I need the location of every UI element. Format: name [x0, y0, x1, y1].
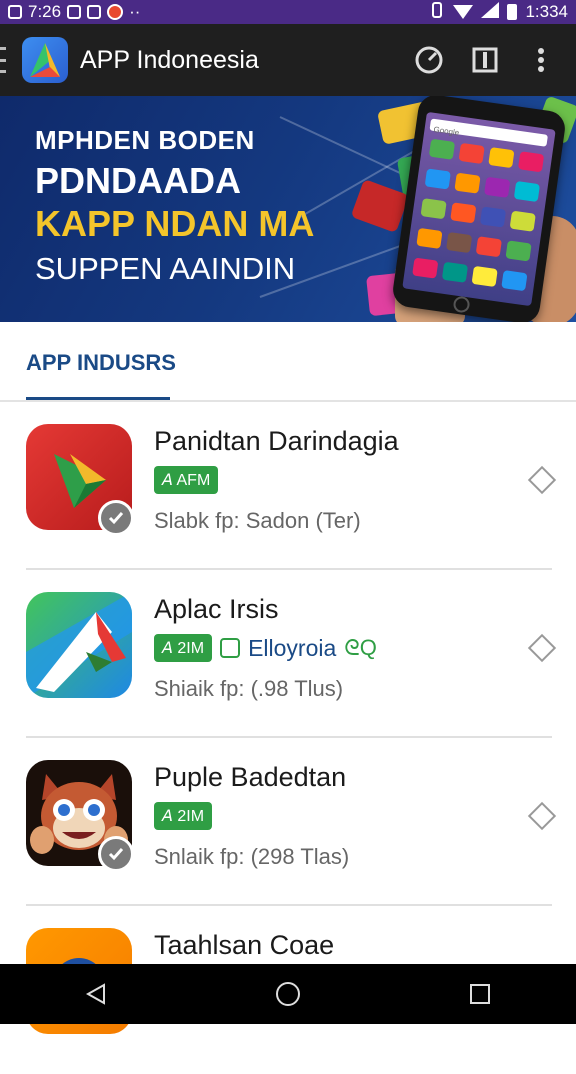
- app-icon: [26, 592, 132, 698]
- battery-icon: [507, 4, 518, 20]
- app-title: Aplac Irsis: [154, 594, 279, 624]
- phone-illustration: Google: [390, 96, 568, 322]
- app-subtitle: Slabk fp: Sadon (Ter): [154, 508, 361, 533]
- recents-icon[interactable]: [450, 964, 510, 1024]
- speed-icon[interactable]: [414, 45, 444, 75]
- chat-bubble-icon: [220, 638, 241, 658]
- signal-icon: [481, 1, 500, 23]
- list-item[interactable]: Puple Badedtan 𝘈 2IM Snlaik fp: (298 Tla…: [0, 738, 576, 906]
- rating-badge: 𝘈 2IM: [154, 802, 213, 830]
- app-title: APP Indoneesia: [80, 45, 259, 74]
- message-notification-icon: [87, 5, 102, 19]
- vibrate-icon: [429, 1, 445, 23]
- check-notification-icon: [67, 5, 82, 19]
- app-subtitle: Snlaik fp: (298 Tlas): [154, 844, 350, 869]
- banner-line-2: PDNDAADA: [35, 159, 241, 201]
- back-icon[interactable]: [66, 964, 126, 1024]
- extra-symbol: ᘓQ: [344, 635, 377, 660]
- developer-name: Elloyroia: [248, 634, 337, 661]
- diamond-chevron-icon[interactable]: [527, 633, 557, 663]
- bookmark-icon[interactable]: [470, 45, 500, 75]
- status-clock: 1:334: [525, 2, 568, 21]
- banner-line-1: MPHDEN BODEN: [35, 125, 255, 155]
- tab-app-indusrs[interactable]: APP INDUSRS: [26, 350, 176, 376]
- category-tabs: APP INDUSRS: [0, 322, 576, 402]
- notification-icon: [8, 5, 22, 19]
- rating-badge: 𝘈 2IM: [154, 634, 213, 662]
- list-item[interactable]: Aplac Irsis 𝘈 2IM Elloyroia ᘓQ Shiaik fp…: [0, 570, 576, 738]
- overflow-menu-icon[interactable]: [526, 45, 556, 75]
- app-notification-icon: [107, 4, 124, 20]
- banner-line-4: SUPPEN AAINDIN: [35, 250, 296, 286]
- promo-banner[interactable]: Google MPHDEN BODEN PDNDAADA KAPP NDAN M…: [0, 96, 576, 322]
- tab-active-indicator: [26, 397, 170, 400]
- home-icon[interactable]: [258, 964, 318, 1024]
- list-item[interactable]: Panidtan Darindagia 𝘈 AFM Slabk fp: Sado…: [0, 402, 576, 570]
- status-bar: 7:26 ·· 1:334: [0, 0, 576, 24]
- app-title: Panidtan Darindagia: [154, 426, 399, 456]
- banner-line-3: KAPP NDAN MA: [35, 203, 315, 245]
- app-bar: APP Indoneesia: [0, 24, 576, 96]
- installed-check-icon: [98, 836, 134, 872]
- wifi-icon: [453, 5, 474, 19]
- diamond-chevron-icon[interactable]: [527, 465, 557, 495]
- drawer-handle-icon[interactable]: [0, 47, 8, 73]
- more-notifications-dots: ··: [129, 2, 141, 21]
- diamond-chevron-icon[interactable]: [527, 801, 557, 831]
- rating-badge: 𝘈 AFM: [154, 466, 219, 494]
- app-title: Taahlsan Coae: [154, 930, 335, 960]
- system-nav-bar: [0, 964, 576, 1024]
- app-title: Puple Badedtan: [154, 762, 347, 792]
- banner-headline: MPHDEN BODEN PDNDAADA KAPP NDAN MA SUPPE…: [35, 125, 315, 286]
- status-time: 7:26: [28, 2, 62, 21]
- installed-check-icon: [98, 500, 134, 536]
- app-subtitle: Shiaik fp: (.98 Tlus): [154, 676, 344, 701]
- app-logo-icon: [22, 37, 68, 83]
